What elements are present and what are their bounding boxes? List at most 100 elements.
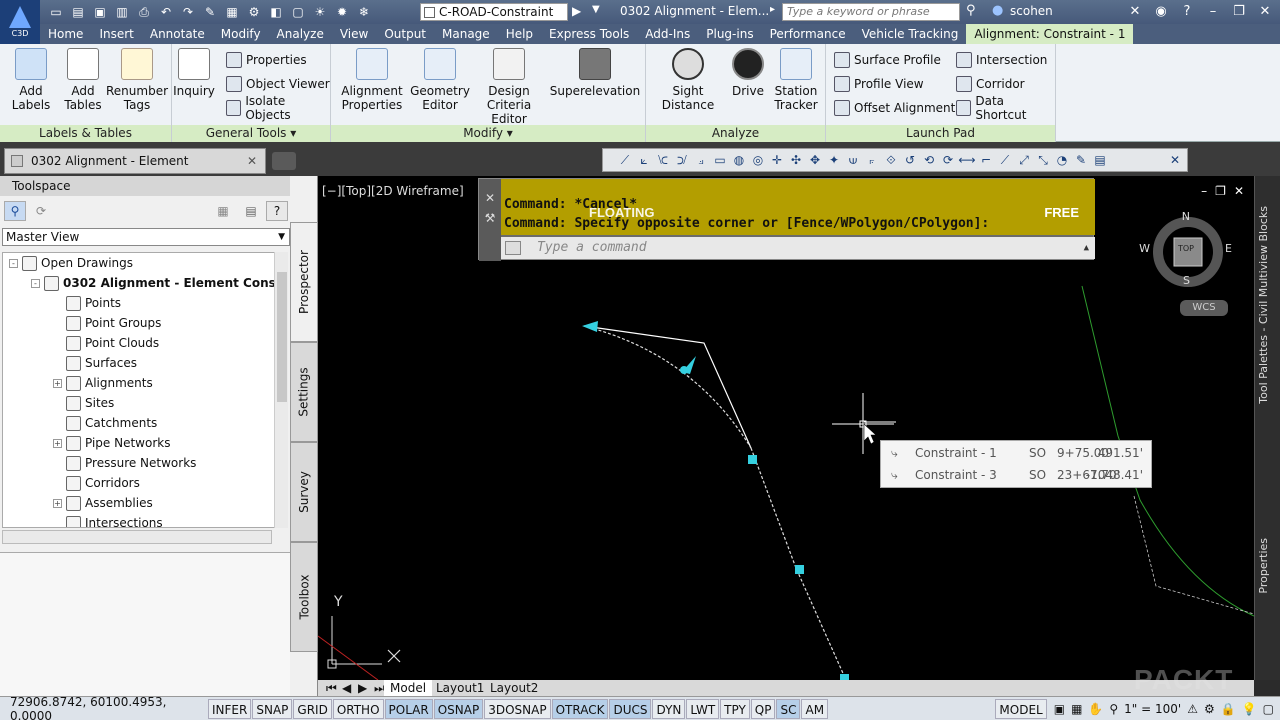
zoom-icon[interactable]: ⚲ [1109, 702, 1118, 716]
tree-item[interactable]: Corridors [53, 473, 140, 493]
panel-title-modify[interactable]: Modify ▾ [331, 125, 645, 142]
tool-icon[interactable]: ⟔ [864, 152, 880, 168]
search-icon[interactable]: ⚲ [4, 201, 26, 221]
tool-icon[interactable]: ◎ [750, 152, 766, 168]
scale-dropdown[interactable]: 1" = 100' [1124, 702, 1181, 716]
redo-icon[interactable]: ↷ [178, 2, 198, 22]
toggle-am[interactable]: AM [801, 698, 829, 719]
tree-item[interactable]: - 0302 Alignment - Element Constrai... [31, 273, 287, 293]
add-tables-button[interactable]: Add Tables [58, 48, 108, 112]
tree-item[interactable]: Catchments [53, 413, 157, 433]
tree-item[interactable]: Surfaces [53, 353, 137, 373]
tree-item[interactable]: + Pipe Networks [53, 433, 170, 453]
tool-icon[interactable]: ⟓ [693, 152, 709, 168]
help-search-input[interactable]: Type a keyword or phrase [782, 3, 960, 21]
isolate-objects-button[interactable]: Isolate Objects [226, 94, 330, 122]
model-space-button[interactable]: MODEL [995, 699, 1047, 719]
panel-title-general-tools[interactable]: General Tools ▾ [172, 125, 330, 142]
print-icon[interactable]: ⎙ [134, 2, 154, 22]
undo-icon[interactable]: ↶ [156, 2, 176, 22]
wrench-icon[interactable]: ⚒ [479, 211, 501, 225]
tool-icon[interactable]: ⟉ [674, 152, 690, 168]
white-polyline[interactable] [1133, 495, 1254, 615]
chevron-up-icon[interactable]: ▲ [1084, 237, 1089, 259]
tab-vehicle-tracking[interactable]: Vehicle Tracking [854, 24, 967, 44]
expand-toggle-icon[interactable]: - [31, 278, 40, 288]
tree-item[interactable]: Intersections [53, 513, 163, 527]
tab-add-ins[interactable]: Add-Ins [637, 24, 698, 44]
tree-item[interactable]: Points [53, 293, 121, 313]
surface-profile-button[interactable]: Surface Profile [834, 50, 941, 70]
list-view-icon[interactable]: ▤ [240, 201, 262, 221]
data-shortcut-button[interactable]: Data Shortcut [956, 94, 1055, 122]
tool-icon[interactable]: ⟋ [997, 152, 1013, 168]
viewcube-top-label[interactable]: TOP [1178, 244, 1194, 253]
tree-horizontal-scrollbar[interactable] [2, 530, 272, 544]
toggle-polar[interactable]: POLAR [384, 698, 433, 719]
tool-icon[interactable]: ✥ [807, 152, 823, 168]
toggle-grid[interactable]: GRID [293, 698, 332, 719]
settings-icon[interactable]: ⚙ [244, 2, 264, 22]
expand-toggle-icon[interactable]: + [53, 498, 62, 508]
toggle-tpy[interactable]: TPY [720, 698, 750, 719]
toggle-dyn[interactable]: DYN [652, 698, 686, 719]
tool-icon[interactable]: ⟐ [883, 152, 899, 168]
coordinates-readout[interactable]: 72906.8742, 60100.4953, 0.0000 [0, 695, 208, 720]
scroll-thumb[interactable] [277, 272, 287, 402]
tab-view[interactable]: View [332, 24, 376, 44]
tree-item[interactable]: - Open Drawings [9, 253, 133, 273]
tool-icon[interactable]: ▭ [712, 152, 728, 168]
alignment-tangent[interactable] [583, 325, 752, 449]
application-menu-button[interactable]: C3D [0, 0, 40, 44]
lightbulb-icon[interactable]: ☀ [310, 2, 330, 22]
tool-icon[interactable]: ⟲ [921, 152, 937, 168]
viewcube-west[interactable]: W [1139, 242, 1150, 255]
close-icon[interactable]: ✕ [1256, 2, 1274, 20]
close-icon[interactable]: ✕ [1234, 184, 1244, 198]
annotation-visibility-icon[interactable]: ⚠ [1187, 702, 1198, 716]
tool-icon[interactable]: ⌐ [978, 152, 994, 168]
match-properties-icon[interactable]: ✎ [200, 2, 220, 22]
toggle-snap[interactable]: SNAP [252, 698, 293, 719]
tab-settings[interactable]: Settings [290, 342, 318, 442]
tool-icon[interactable]: ⤡ [1035, 152, 1051, 168]
menu-icon[interactable] [11, 155, 23, 167]
command-prompt-icon[interactable] [505, 241, 521, 255]
tab-alignment-constraint-1[interactable]: Alignment: Constraint - 1 [966, 24, 1134, 44]
grip-square[interactable] [748, 455, 757, 464]
command-input[interactable]: Type a command ▲ [501, 237, 1095, 259]
tree-item[interactable]: + Assemblies [53, 493, 153, 513]
new-file-icon[interactable]: ▭ [46, 2, 66, 22]
help-icon[interactable]: ? [1178, 2, 1196, 20]
wcs-menu[interactable]: WCS [1180, 300, 1228, 316]
tool-icon[interactable]: ⟳ [940, 152, 956, 168]
tree-item[interactable]: Pressure Networks [53, 453, 196, 473]
viewcube-north[interactable]: N [1182, 210, 1190, 223]
superelevation-button[interactable]: Superelevation [550, 48, 640, 98]
drive-button[interactable]: Drive [730, 48, 766, 98]
close-icon[interactable]: ✕ [1167, 152, 1183, 168]
exchange-icon[interactable]: ✕ [1126, 2, 1144, 20]
quick-view-drawings-icon[interactable]: ▦ [1071, 702, 1082, 716]
offset-alignment-button[interactable]: Offset Alignment [834, 98, 955, 118]
tool-icon[interactable]: ◔ [1054, 152, 1070, 168]
save-icon[interactable]: ▣ [90, 2, 110, 22]
toggle-otrack[interactable]: OTRACK [551, 698, 609, 719]
select-icon[interactable]: ▢ [288, 2, 308, 22]
tab-toolbox[interactable]: Toolbox [290, 542, 318, 652]
workspace-checkbox[interactable] [424, 7, 435, 18]
view-dropdown[interactable]: Master View ▼ [2, 228, 290, 246]
profile-view-button[interactable]: Profile View [834, 74, 924, 94]
tab-prospector[interactable]: Prospector [290, 222, 318, 342]
toggle-osnap[interactable]: OSNAP [433, 698, 484, 719]
tab-analyze[interactable]: Analyze [269, 24, 332, 44]
sight-distance-button[interactable]: Sight Distance [648, 48, 728, 112]
design-criteria-editor-button[interactable]: Design Criteria Editor [471, 48, 547, 126]
document-tab[interactable]: 0302 Alignment - Element Constraints* ✕ [4, 148, 266, 192]
expand-toggle-icon[interactable]: + [53, 378, 62, 388]
tab-insert[interactable]: Insert [91, 24, 141, 44]
geometry-editor-button[interactable]: Geometry Editor [409, 48, 471, 112]
renumber-tags-button[interactable]: Renumber Tags [106, 48, 168, 112]
expand-toggle-icon[interactable]: + [53, 438, 62, 448]
minimize-icon[interactable]: – [1201, 184, 1207, 198]
